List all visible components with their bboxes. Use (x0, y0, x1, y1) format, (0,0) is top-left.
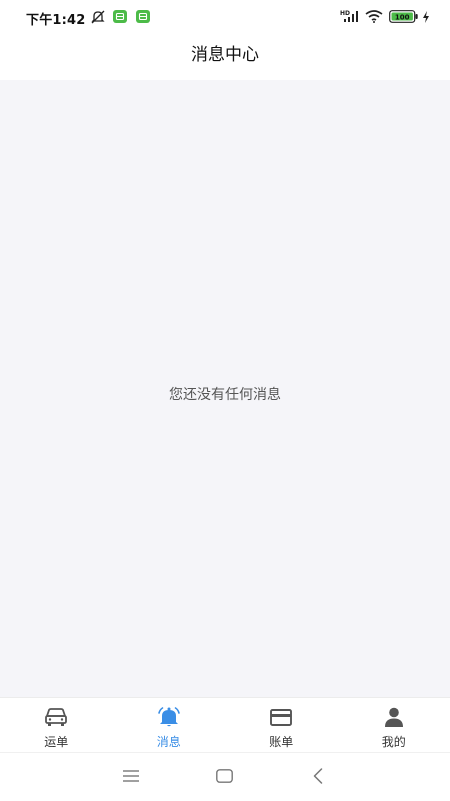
signal-icon: HD (340, 9, 360, 23)
bottom-tabbar: 运单 消息 账单 我的 (0, 697, 450, 753)
system-nav-bar (0, 752, 450, 801)
tab-bills[interactable]: 账单 (225, 698, 338, 753)
tab-waybill[interactable]: 运单 (0, 698, 113, 753)
app-notification-icon (113, 10, 127, 23)
tab-label: 消息 (113, 733, 226, 750)
header: 消息中心 (0, 34, 450, 80)
battery-icon: 100 (389, 10, 419, 23)
wifi-icon (365, 10, 383, 23)
tab-label: 账单 (225, 733, 338, 750)
charging-icon (422, 11, 430, 23)
tab-label: 我的 (338, 733, 450, 750)
app-notification-icon (136, 10, 150, 23)
home-icon[interactable] (216, 769, 233, 783)
mute-icon (90, 10, 106, 24)
signal-label: HD (340, 10, 350, 17)
status-time: 下午1:42 (26, 9, 86, 28)
message-list-area[interactable]: 您还没有任何消息 (0, 80, 450, 697)
tab-label: 运单 (0, 733, 113, 750)
car-icon (44, 706, 68, 728)
tab-messages[interactable]: 消息 (113, 698, 226, 753)
tab-profile[interactable]: 我的 (338, 698, 450, 753)
user-icon (382, 706, 406, 728)
battery-level: 100 (395, 13, 410, 21)
menu-icon[interactable] (123, 770, 139, 782)
bell-icon (157, 706, 181, 728)
card-icon (269, 706, 293, 728)
back-icon[interactable] (313, 768, 323, 784)
page-title: 消息中心 (0, 40, 450, 65)
status-bar: 下午1:42 HD 100 (0, 0, 450, 34)
empty-state-text: 您还没有任何消息 (0, 384, 450, 404)
